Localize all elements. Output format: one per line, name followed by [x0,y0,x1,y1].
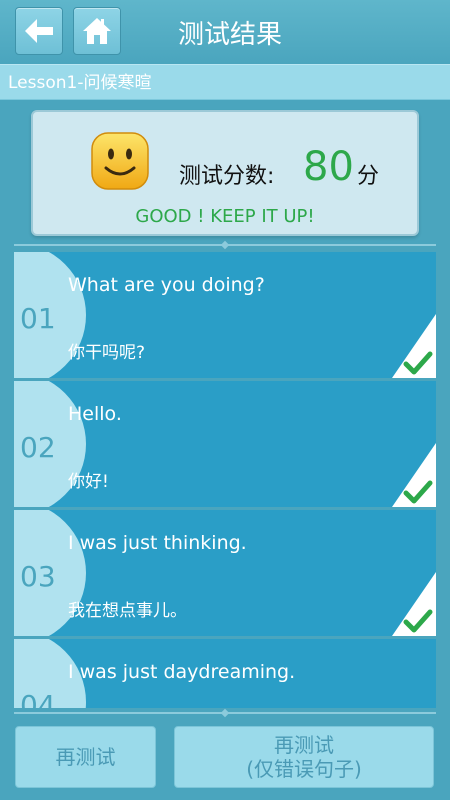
divider [14,244,436,246]
item-number: 04 [20,689,56,708]
item-chinese: 你好! [68,472,109,492]
score-message: GOOD ! KEEP IT UP! [135,206,315,227]
retest-button[interactable]: 再测试 [15,726,156,788]
item-chinese: 我在想点事儿。 [68,601,187,621]
item-english: I was just daydreaming. [68,661,296,683]
item-number: 02 [20,431,56,464]
retest-label: 再测试 [55,745,116,769]
item-english: Hello. [68,403,122,425]
retest-wrong-label-line2: (仅错误句子) [246,757,362,781]
divider [14,712,436,714]
smiley-icon [91,132,149,190]
page-title: 测试结果 [177,20,282,50]
lesson-title: Lesson1-问候寒暄 [0,64,450,100]
check-icon [392,314,436,378]
item-chinese: 你干吗呢? [68,343,146,363]
score-card: 测试分数: 80 分 GOOD ! KEEP IT UP! [31,110,419,236]
check-icon [392,443,436,507]
retest-wrong-button[interactable]: 再测试 (仅错误句子) [174,726,434,788]
retest-wrong-label-line1: 再测试 [274,733,334,757]
score-value: 80 [303,144,354,190]
list-item[interactable]: 01 What are you doing? 你干吗呢? [14,252,436,378]
list-item[interactable]: 04 I was just daydreaming. [14,639,436,708]
item-number: 03 [20,560,56,593]
score-unit: 分 [357,164,380,189]
score-label: 测试分数: [179,164,275,189]
item-number: 01 [20,302,56,335]
item-english: What are you doing? [68,274,265,296]
list-item[interactable]: 03 I was just thinking. 我在想点事儿。 [14,510,436,636]
header: 测试结果 [0,0,450,64]
check-icon [392,572,436,636]
list-item[interactable]: 02 Hello. 你好! [14,381,436,507]
item-english: I was just thinking. [68,532,247,554]
sentence-list[interactable]: 01 What are you doing? 你干吗呢? 02 Hello. 你… [14,252,436,708]
